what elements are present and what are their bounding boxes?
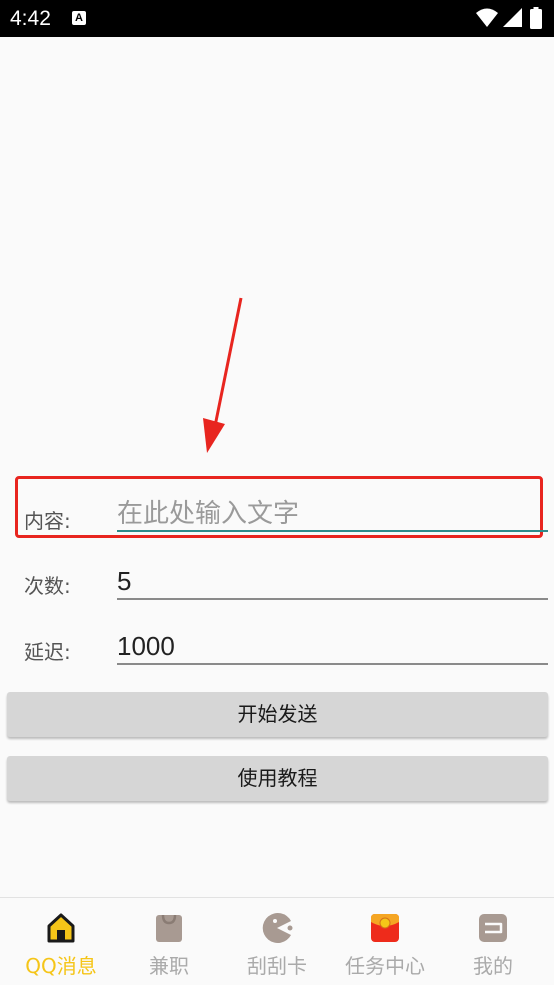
tab-qq-messages[interactable]: QQ消息 [6,898,116,985]
content-placeholder: 在此处输入文字 [117,498,300,528]
home-icon [47,913,75,943]
tab-label: 我的 [473,954,513,978]
notification-a-icon: A [72,11,86,25]
profile-card-icon [479,914,507,942]
bottom-tab-bar: QQ消息 兼职 刮刮卡 任务中心 我的 [0,897,554,985]
tab-mine[interactable]: 我的 [438,898,548,985]
tutorial-button[interactable]: 使用教程 [7,756,548,801]
tab-part-time[interactable]: 兼职 [114,898,224,985]
arrow-annotation [203,297,243,453]
notification-glyph: A [75,12,83,24]
pacman-icon [262,913,293,943]
wifi-icon [476,8,498,27]
tab-task-center[interactable]: 任务中心 [330,898,440,985]
clock: 4:42 [10,7,51,30]
tab-label: 刮刮卡 [247,954,307,978]
content-input[interactable]: 在此处输入文字 [117,496,548,532]
status-bar: 4:42 A [0,0,554,37]
tab-scratch-card[interactable]: 刮刮卡 [222,898,332,985]
tab-label: 任务中心 [345,954,425,978]
delay-label: 延迟: [24,640,71,664]
battery-icon [530,7,542,29]
count-label: 次数: [24,574,71,598]
red-envelope-icon [371,914,399,942]
tab-label: QQ消息 [25,954,97,978]
delay-input[interactable]: 1000 [117,629,548,665]
start-send-button[interactable]: 开始发送 [7,692,548,737]
bag-icon [156,914,182,942]
count-input[interactable]: 5 [117,564,548,600]
signal-icon [503,8,522,27]
content-label: 内容: [24,509,71,533]
tab-label: 兼职 [149,954,189,978]
